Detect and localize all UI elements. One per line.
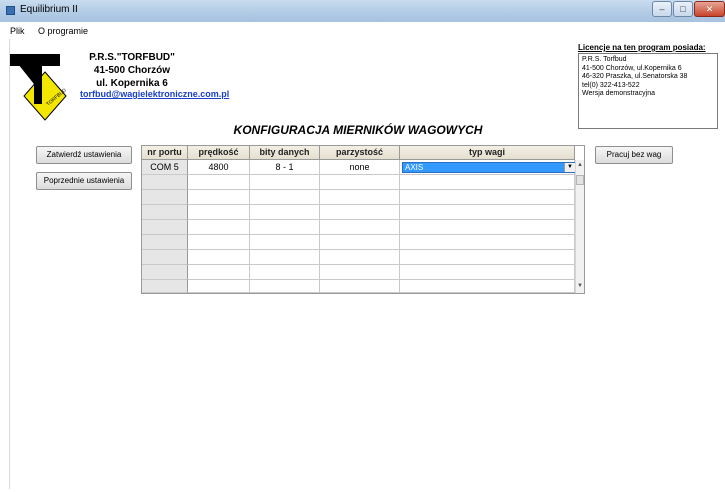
column-header-port: nr portu bbox=[142, 146, 188, 160]
cell-parity[interactable] bbox=[320, 235, 400, 250]
licence-line: tel(0) 322-413-522 bbox=[582, 81, 640, 89]
cell-bits[interactable] bbox=[250, 190, 320, 205]
cell-scale-type[interactable] bbox=[400, 205, 575, 220]
cell-speed[interactable] bbox=[188, 190, 250, 205]
scale-config-table[interactable]: nr portu prędkość bity danych parzystość… bbox=[141, 145, 585, 294]
cell-scale-type[interactable] bbox=[400, 250, 575, 265]
table-row[interactable] bbox=[142, 265, 575, 280]
cell-parity[interactable] bbox=[320, 175, 400, 190]
column-header-bits: bity danych bbox=[250, 146, 320, 160]
scroll-down-icon[interactable]: ▼ bbox=[576, 282, 584, 291]
title-bar bbox=[0, 0, 725, 23]
licence-line: 41-500 Chorzów, ul.Kopernika 6 bbox=[582, 64, 682, 72]
maximize-button[interactable]: □ bbox=[673, 1, 693, 17]
cell-port[interactable] bbox=[142, 265, 188, 280]
window-title: Equilibrium II bbox=[20, 4, 78, 15]
table-row[interactable] bbox=[142, 205, 575, 220]
cell-scale-type[interactable]: AXIS ▼ bbox=[400, 160, 576, 175]
menu-plik[interactable]: Plik bbox=[10, 26, 25, 36]
cell-bits[interactable] bbox=[250, 235, 320, 250]
cell-speed[interactable] bbox=[188, 280, 250, 293]
cell-speed[interactable] bbox=[188, 250, 250, 265]
table-row[interactable] bbox=[142, 175, 575, 190]
cell-speed[interactable]: 4800 bbox=[188, 160, 250, 175]
licence-line: 46-320 Praszka, ul.Senatorska 38 bbox=[582, 73, 688, 80]
column-header-speed: prędkość bbox=[188, 146, 250, 160]
cell-speed[interactable] bbox=[188, 220, 250, 235]
cell-port[interactable]: COM 5 bbox=[142, 160, 188, 175]
cell-parity[interactable]: none bbox=[320, 160, 400, 175]
cell-port[interactable] bbox=[142, 280, 188, 293]
column-header-scale-type: typ wagi bbox=[400, 146, 575, 160]
licence-title: Licencje na ten program posiada: bbox=[578, 43, 706, 52]
menu-o-programie[interactable]: O programie bbox=[38, 26, 88, 36]
company-name: P.R.S."TORFBUD" bbox=[89, 52, 175, 63]
cell-bits[interactable] bbox=[250, 265, 320, 280]
table-row[interactable] bbox=[142, 220, 575, 235]
cell-speed[interactable] bbox=[188, 235, 250, 250]
cell-speed[interactable] bbox=[188, 205, 250, 220]
scale-type-value: AXIS bbox=[405, 163, 424, 172]
cell-parity[interactable] bbox=[320, 280, 400, 293]
cell-speed[interactable] bbox=[188, 175, 250, 190]
cell-port[interactable] bbox=[142, 205, 188, 220]
minimize-button[interactable]: – bbox=[652, 1, 672, 17]
licence-line: Wersja demonstracyjna bbox=[582, 90, 656, 97]
licence-line: P.R.S. Torfbud bbox=[582, 56, 627, 63]
cell-parity[interactable] bbox=[320, 190, 400, 205]
company-city: 41-500 Chorzów bbox=[93, 65, 171, 76]
company-email-link[interactable]: torfbud@wagielektroniczne.com.pl bbox=[80, 89, 229, 99]
cell-port[interactable] bbox=[142, 220, 188, 235]
table-row[interactable] bbox=[142, 235, 575, 250]
cell-parity[interactable] bbox=[320, 265, 400, 280]
table-row[interactable] bbox=[142, 280, 575, 293]
cell-bits[interactable] bbox=[250, 205, 320, 220]
scroll-up-icon[interactable]: ▲ bbox=[576, 161, 584, 170]
page-title: KONFIGURACJA MIERNIKÓW WAGOWYCH bbox=[233, 123, 483, 137]
scale-type-dropdown[interactable]: AXIS ▼ bbox=[402, 162, 576, 173]
cell-bits[interactable] bbox=[250, 220, 320, 235]
cell-bits[interactable] bbox=[250, 250, 320, 265]
chevron-down-icon[interactable]: ▼ bbox=[564, 163, 575, 172]
work-without-scales-button[interactable]: Pracuj bez wag bbox=[595, 146, 673, 164]
company-street: ul. Kopernika 6 bbox=[96, 78, 168, 89]
cell-parity[interactable] bbox=[320, 205, 400, 220]
cell-port[interactable] bbox=[142, 250, 188, 265]
cell-scale-type[interactable] bbox=[400, 220, 575, 235]
cell-scale-type[interactable] bbox=[400, 235, 575, 250]
cell-scale-type[interactable] bbox=[400, 265, 575, 280]
cell-port[interactable] bbox=[142, 190, 188, 205]
cell-bits[interactable] bbox=[250, 280, 320, 293]
table-row[interactable] bbox=[142, 250, 575, 265]
cell-bits[interactable] bbox=[250, 175, 320, 190]
confirm-settings-button[interactable]: Zatwierdź ustawienia bbox=[36, 146, 132, 164]
scrollbar-thumb[interactable] bbox=[576, 175, 584, 185]
cell-scale-type[interactable] bbox=[400, 175, 575, 190]
table-row[interactable]: COM 5 4800 8 - 1 none AXIS ▼ bbox=[142, 160, 576, 175]
close-button[interactable]: ✕ bbox=[694, 1, 725, 17]
cell-scale-type[interactable] bbox=[400, 190, 575, 205]
licence-box: P.R.S. Torfbud 41-500 Chorzów, ul.Kopern… bbox=[578, 53, 718, 129]
previous-settings-button[interactable]: Poprzednie ustawienia bbox=[36, 172, 132, 190]
menu-bar bbox=[0, 22, 725, 39]
cell-parity[interactable] bbox=[320, 250, 400, 265]
cell-parity[interactable] bbox=[320, 220, 400, 235]
cell-speed[interactable] bbox=[188, 265, 250, 280]
cell-port[interactable] bbox=[142, 235, 188, 250]
vertical-scrollbar[interactable]: ▲ ▼ bbox=[575, 160, 584, 293]
table-row[interactable] bbox=[142, 190, 575, 205]
cell-scale-type[interactable] bbox=[400, 280, 575, 293]
column-header-parity: parzystość bbox=[320, 146, 400, 160]
cell-bits[interactable]: 8 - 1 bbox=[250, 160, 320, 175]
app-icon bbox=[6, 6, 15, 15]
cell-port[interactable] bbox=[142, 175, 188, 190]
